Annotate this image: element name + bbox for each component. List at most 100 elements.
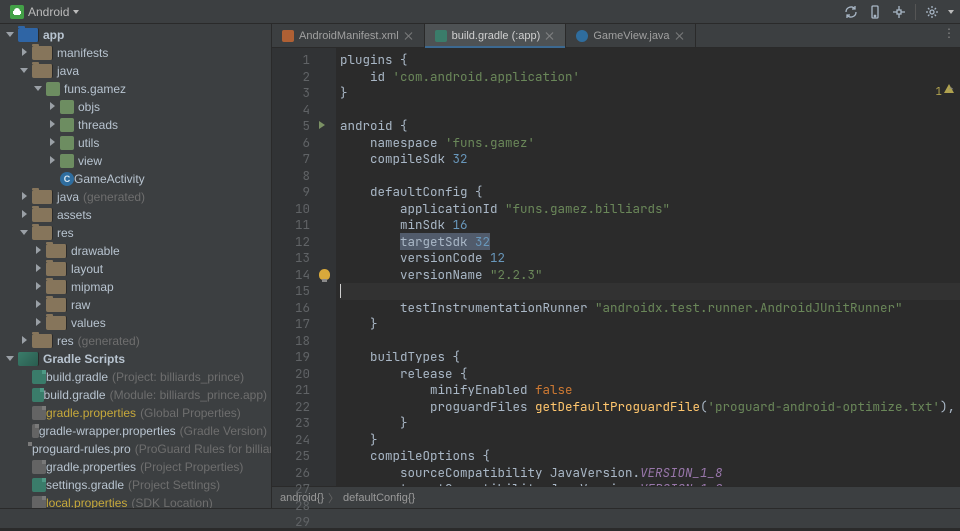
run-gutter-icon[interactable]	[319, 121, 331, 133]
tree-node[interactable]: build.gradle(Module: billiards_prince.ap…	[0, 386, 271, 404]
editor-tab[interactable]: AndroidManifest.xml	[272, 24, 425, 47]
toolbar: Android	[0, 0, 960, 24]
tree-note: (Global Properties)	[140, 406, 241, 420]
close-icon[interactable]	[675, 31, 685, 41]
spacer	[20, 390, 30, 400]
tree-label: gradle.properties	[46, 460, 136, 474]
tree-node[interactable]: Gradle Scripts	[0, 350, 271, 368]
spacer	[20, 480, 30, 490]
disclosure-closed-icon[interactable]	[48, 120, 58, 130]
tree-node[interactable]: drawable	[0, 242, 271, 260]
disclosure-closed-icon[interactable]	[34, 318, 44, 328]
project-tree[interactable]: appmanifests java funs.gamez objsthreads uti…	[0, 24, 272, 508]
tree-node[interactable]: build.gradle(Project: billiards_prince)	[0, 368, 271, 386]
disclosure-closed-icon[interactable]	[48, 102, 58, 112]
tree-label: layout	[71, 262, 103, 276]
disclosure-closed-icon[interactable]	[34, 300, 44, 310]
editor-tab[interactable]: build.gradle (:app)	[425, 24, 567, 47]
tree-node[interactable]: res	[0, 224, 271, 242]
tree-node[interactable]: view	[0, 152, 271, 170]
disclosure-closed-icon[interactable]	[34, 264, 44, 274]
tree-node[interactable]: gradle-wrapper.properties(Gradle Version…	[0, 422, 271, 440]
tree-node[interactable]: res(generated)	[0, 332, 271, 350]
disclosure-closed-icon[interactable]	[48, 138, 58, 148]
intention-bulb-icon[interactable]	[319, 269, 331, 281]
tree-node[interactable]: settings.gradle (Project Settings)	[0, 476, 271, 494]
editor-tab[interactable]: GameView.java	[566, 24, 695, 47]
tree-label: Gradle Scripts	[43, 352, 125, 366]
disclosure-closed-icon[interactable]	[34, 246, 44, 256]
tree-note: (Module: billiards_prince.app)	[110, 388, 267, 402]
tree-note: (SDK Location)	[131, 496, 212, 508]
tree-node[interactable]: gradle.properties(Project Properties)	[0, 458, 271, 476]
tree-node[interactable]: funs.gamez	[0, 80, 271, 98]
tree-node[interactable]: local.properties(SDK Location)	[0, 494, 271, 508]
crumb-sep: 〉	[328, 490, 339, 506]
disclosure-closed-icon[interactable]	[20, 192, 30, 202]
inspections-widget-caret[interactable]: ⌃	[948, 82, 954, 99]
tree-node[interactable]: gradle.properties(Global Properties)	[0, 404, 271, 422]
tree-label: utils	[78, 136, 99, 150]
close-icon[interactable]	[545, 31, 555, 41]
tree-node[interactable]: java	[0, 62, 271, 80]
run-config-label: Android	[28, 5, 69, 19]
avd-icon[interactable]	[867, 4, 883, 20]
gutter: 1234567891011121314151617181920212223242…	[272, 48, 316, 486]
sync-icon[interactable]	[843, 4, 859, 20]
tree-node[interactable]: app	[0, 26, 271, 44]
tree-node[interactable]: values	[0, 314, 271, 332]
folder-icon	[46, 298, 67, 312]
package-icon	[60, 136, 74, 150]
tree-label: java	[57, 190, 79, 204]
disclosure-closed-icon[interactable]	[20, 48, 30, 58]
folder-icon	[46, 280, 67, 294]
tree-label: assets	[57, 208, 92, 222]
close-icon[interactable]	[404, 31, 414, 41]
disclosure-open-icon[interactable]	[20, 228, 30, 238]
tree-node[interactable]: java(generated)	[0, 188, 271, 206]
disclosure-open-icon[interactable]	[6, 30, 16, 40]
tree-node[interactable]: manifests	[0, 44, 271, 62]
java-icon	[576, 30, 588, 42]
tree-node[interactable]: utils	[0, 134, 271, 152]
code-text[interactable]: plugins { id 'com.android.application'}a…	[336, 48, 960, 486]
code-area[interactable]: 1234567891011121314151617181920212223242…	[272, 48, 960, 486]
sdk-icon[interactable]	[891, 4, 907, 20]
tree-label: res	[57, 226, 74, 240]
disclosure-open-icon[interactable]	[20, 66, 30, 76]
tree-node[interactable]: objs	[0, 98, 271, 116]
properties-file-icon	[32, 496, 46, 508]
tab-label: AndroidManifest.xml	[299, 30, 399, 42]
folder-icon	[46, 316, 67, 330]
disclosure-closed-icon[interactable]	[20, 210, 30, 220]
tree-node[interactable]: mipmap	[0, 278, 271, 296]
tree-label: funs.gamez	[64, 82, 126, 96]
gradle-file-icon	[32, 388, 44, 402]
folder-icon	[46, 262, 67, 276]
tree-node[interactable]: threads	[0, 116, 271, 134]
editor-more-icon[interactable]: ⋮	[943, 26, 956, 40]
editor-tabs: AndroidManifest.xml build.gradle (:app)Ga…	[272, 24, 960, 48]
tree-label: settings.gradle	[46, 478, 124, 492]
disclosure-closed-icon[interactable]	[20, 336, 30, 346]
run-config-dropdown[interactable]: Android	[6, 2, 83, 22]
settings-icon[interactable]	[924, 4, 940, 20]
tree-node[interactable]: raw	[0, 296, 271, 314]
tree-note: (Project Settings)	[128, 478, 220, 492]
warning-count[interactable]: 1	[935, 84, 942, 101]
package-icon	[60, 100, 74, 114]
tree-node[interactable]: proguard-rules.pro(ProGuard Rules for bi…	[0, 440, 271, 458]
tree-node[interactable]: CGameActivity	[0, 170, 271, 188]
status-bar	[0, 508, 960, 528]
disclosure-open-icon[interactable]	[34, 84, 44, 94]
disclosure-closed-icon[interactable]	[34, 282, 44, 292]
tree-node[interactable]: assets	[0, 206, 271, 224]
breadcrumbs: android{} 〉 defaultConfig{}	[272, 486, 960, 508]
disclosure-closed-icon[interactable]	[48, 156, 58, 166]
disclosure-open-icon[interactable]	[6, 354, 16, 364]
crumb[interactable]: defaultConfig{}	[343, 492, 415, 504]
tree-label: java	[57, 64, 79, 78]
tree-label: res	[57, 334, 74, 348]
folder-icon	[32, 64, 53, 78]
tree-node[interactable]: layout	[0, 260, 271, 278]
